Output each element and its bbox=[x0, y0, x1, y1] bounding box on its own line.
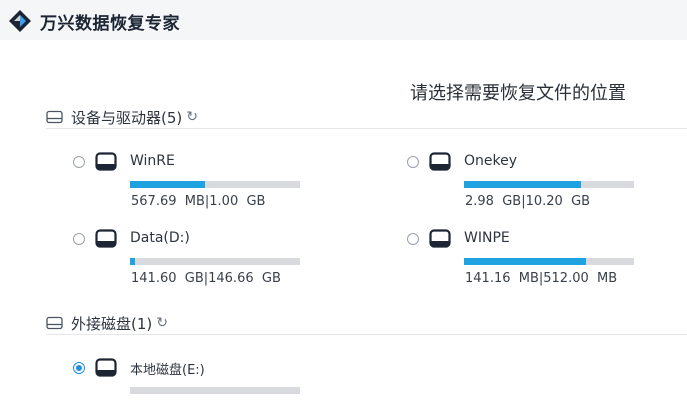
drive-name: WINPE bbox=[464, 230, 510, 246]
drive-size: 567.69 MB|1.00 GB bbox=[131, 194, 266, 209]
page-title: 请选择需要恢复文件的位置 bbox=[410, 83, 626, 104]
disk-icon bbox=[95, 152, 117, 171]
drive-size: 141.60 GB|146.66 GB bbox=[131, 271, 281, 286]
drive-item-local-e[interactable]: 本地磁盘(E:) bbox=[73, 358, 313, 418]
usage-bar bbox=[464, 258, 634, 265]
drive-radio[interactable] bbox=[73, 233, 85, 245]
usage-bar-fill bbox=[464, 181, 582, 188]
drive-size: 141.16 MB|512.00 MB bbox=[465, 271, 618, 286]
drive-radio-selected[interactable] bbox=[73, 362, 85, 374]
drive-name: 本地磁盘(E:) bbox=[130, 363, 205, 378]
section-divider bbox=[46, 128, 687, 129]
drive-item-data-d[interactable]: Data(D:) 141.60 GB|146.66 GB bbox=[73, 229, 313, 289]
usage-bar bbox=[130, 181, 300, 188]
usage-bar bbox=[130, 387, 300, 394]
drive-item-winpe[interactable]: WINPE 141.16 MB|512.00 MB bbox=[407, 229, 647, 289]
usage-bar bbox=[464, 181, 634, 188]
drive-item-onekey[interactable]: Onekey 2.98 GB|10.20 GB bbox=[407, 152, 647, 212]
usage-bar-fill bbox=[130, 181, 205, 188]
drive-item-winre[interactable]: WinRE 567.69 MB|1.00 GB bbox=[73, 152, 313, 212]
drive-name: WinRE bbox=[130, 153, 175, 169]
disk-icon bbox=[429, 229, 451, 248]
drive-group-icon bbox=[46, 316, 63, 330]
usage-bar-fill bbox=[464, 258, 587, 265]
logo-icon bbox=[9, 10, 31, 32]
section-external[interactable]: 外接磁盘(1) ↻ bbox=[46, 312, 168, 334]
usage-bar bbox=[130, 258, 300, 265]
drive-name: Data(D:) bbox=[130, 230, 190, 246]
section-devices[interactable]: 设备与驱动器(5) ↻ bbox=[46, 106, 198, 128]
refresh-icon[interactable]: ↻ bbox=[156, 315, 168, 331]
refresh-icon[interactable]: ↻ bbox=[186, 109, 198, 125]
section-external-label: 外接磁盘(1) bbox=[71, 314, 153, 333]
drive-radio[interactable] bbox=[407, 233, 419, 245]
section-devices-label: 设备与驱动器(5) bbox=[71, 108, 183, 127]
drive-radio[interactable] bbox=[407, 156, 419, 168]
app-title: 万兴数据恢复专家 bbox=[40, 14, 180, 34]
drive-size: 2.98 GB|10.20 GB bbox=[465, 194, 591, 209]
section-divider bbox=[46, 334, 687, 335]
drive-name: Onekey bbox=[464, 153, 518, 169]
disk-icon bbox=[429, 152, 451, 171]
drive-group-icon bbox=[46, 110, 63, 124]
drive-radio[interactable] bbox=[73, 156, 85, 168]
disk-icon bbox=[95, 358, 117, 377]
usage-bar-fill bbox=[130, 258, 136, 265]
disk-icon bbox=[95, 229, 117, 248]
app-header: 万兴数据恢复专家 bbox=[0, 0, 687, 40]
